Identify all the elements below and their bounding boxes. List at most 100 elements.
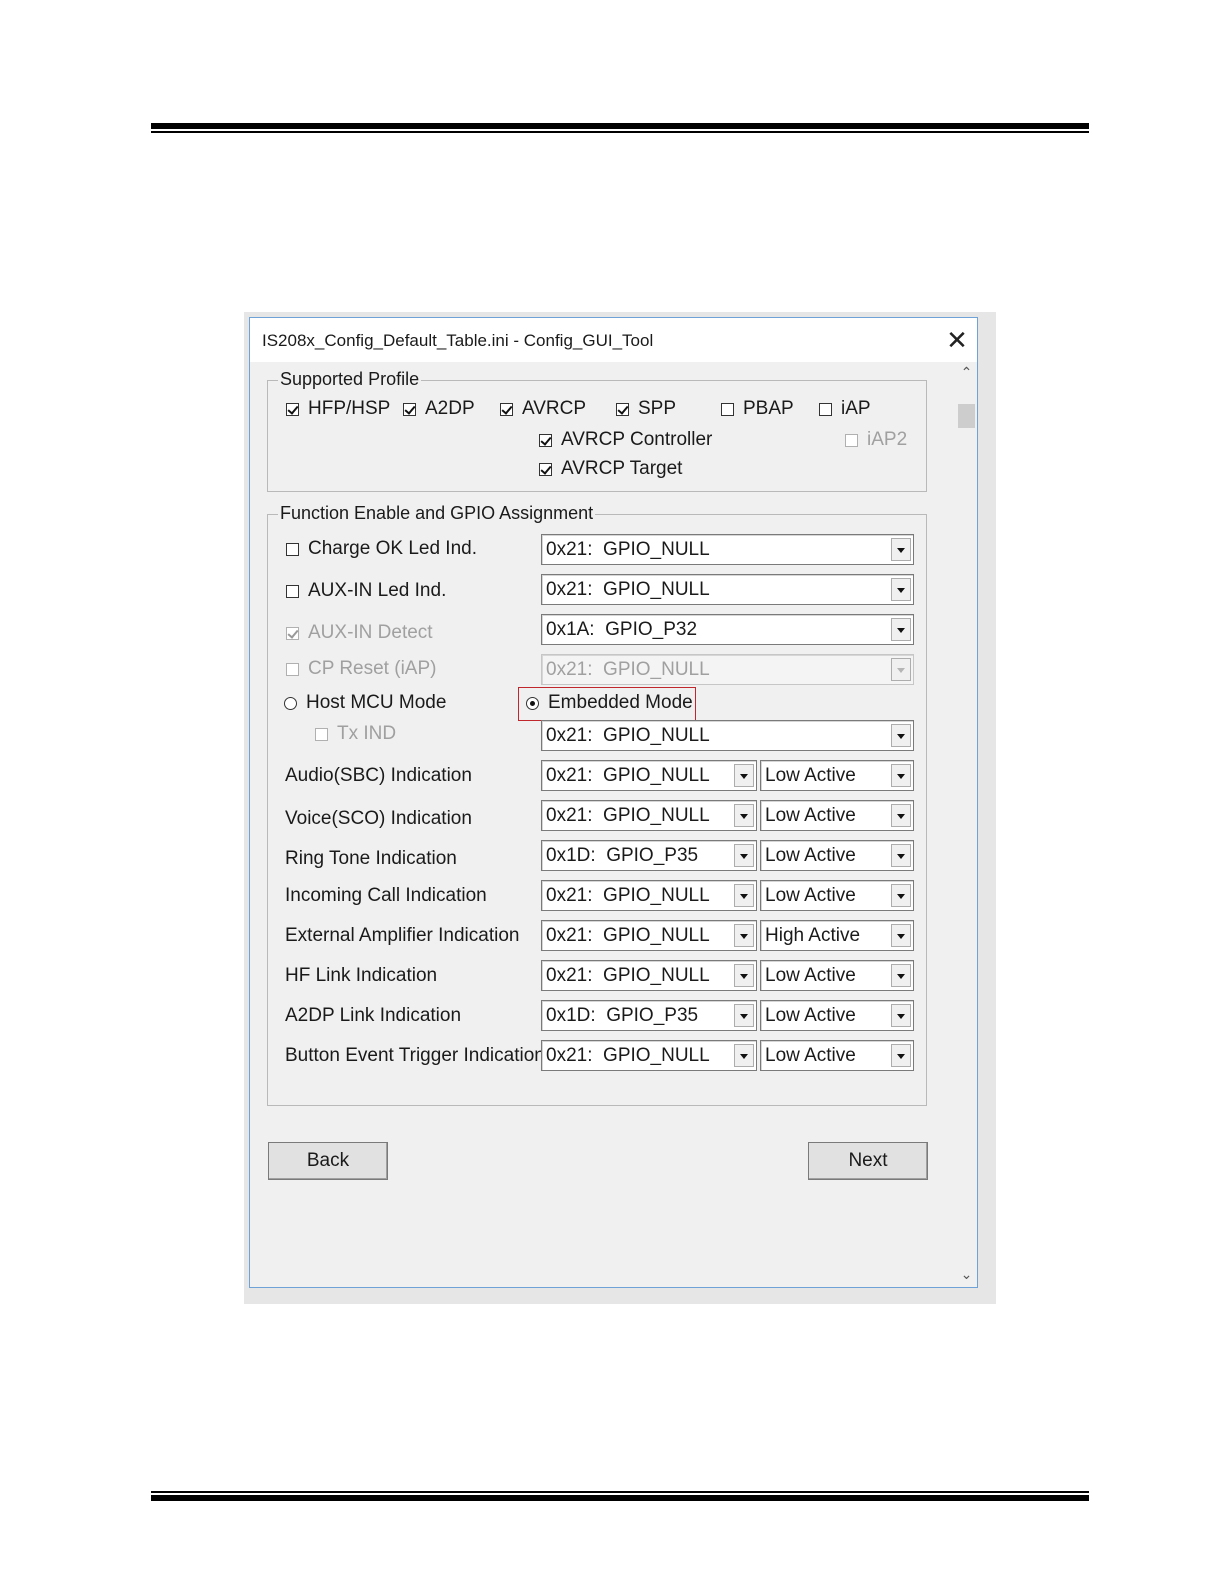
checkbox-cp-reset: CP Reset (iAP) <box>286 658 436 680</box>
tx-ind-gpio-select[interactable]: 0x21: GPIO_NULL <box>541 720 914 751</box>
select-value: 0x21: GPIO_NULL <box>546 539 710 560</box>
charge-ok-gpio-select[interactable]: 0x21: GPIO_NULL <box>541 534 914 565</box>
checkbox-label: iAP2 <box>867 429 908 450</box>
checkbox-iap2: iAP2 <box>845 429 907 451</box>
dropdown-arrow-icon[interactable] <box>891 924 911 947</box>
button-event-level-select[interactable]: Low Active <box>760 1040 914 1071</box>
dropdown-arrow-icon[interactable] <box>734 924 754 947</box>
a2dp-link-level-select[interactable]: Low Active <box>760 1000 914 1031</box>
config-gui-window: IS208x_Config_Default_Table.ini - Config… <box>249 317 978 1288</box>
dropdown-arrow-icon[interactable] <box>891 618 911 641</box>
external-amplifier-level-select[interactable]: High Active <box>760 920 914 951</box>
dropdown-arrow-icon[interactable] <box>891 804 911 827</box>
dropdown-arrow-icon[interactable] <box>891 844 911 867</box>
checkbox-avrcp-controller[interactable]: AVRCP Controller <box>539 429 712 451</box>
external-amplifier-gpio-select[interactable]: 0x21: GPIO_NULL <box>541 920 757 951</box>
select-value: 0x1A: GPIO_P32 <box>546 619 698 640</box>
checkbox-label: A2DP <box>425 398 475 419</box>
checkbox-box <box>819 402 832 416</box>
dropdown-arrow-icon[interactable] <box>734 804 754 827</box>
dropdown-arrow-icon[interactable] <box>891 578 911 601</box>
checkbox-pbap[interactable]: PBAP <box>721 398 794 420</box>
select-value: 0x1D: GPIO_P35 <box>546 845 699 866</box>
checkbox-box <box>845 433 858 447</box>
audio-sbc-level-select[interactable]: Low Active <box>760 760 914 791</box>
hf-link-indication-label: HF Link Indication <box>285 965 438 986</box>
dropdown-arrow-icon[interactable] <box>891 724 911 747</box>
ring-tone-level-select[interactable]: Low Active <box>760 840 914 871</box>
cp-reset-gpio-select: 0x21: GPIO_NULL <box>541 654 914 685</box>
audio-sbc-indication-label: Audio(SBC) Indication <box>285 765 472 786</box>
dropdown-arrow-icon[interactable] <box>891 1004 911 1027</box>
header-rule-thick <box>151 123 1089 129</box>
select-value: Low Active <box>765 845 856 866</box>
checkbox-charge-ok-led[interactable]: Charge OK Led Ind. <box>286 538 477 560</box>
checkbox-avrcp[interactable]: AVRCP <box>500 398 586 420</box>
close-icon[interactable]: ✕ <box>942 324 972 356</box>
checkbox-avrcp-target[interactable]: AVRCP Target <box>539 458 682 480</box>
checkbox-label: AVRCP Controller <box>561 429 713 450</box>
select-value: 0x21: GPIO_NULL <box>546 765 710 786</box>
checkbox-spp[interactable]: SPP <box>616 398 676 420</box>
checkbox-box <box>539 462 552 476</box>
voice-sco-indication-label: Voice(SCO) Indication <box>285 808 472 829</box>
checkbox-box <box>286 662 299 676</box>
checkbox-box <box>721 402 734 416</box>
dropdown-arrow-icon[interactable] <box>734 764 754 787</box>
checkbox-label: Tx IND <box>337 723 397 744</box>
dropdown-arrow-icon[interactable] <box>891 1044 911 1067</box>
dropdown-arrow-icon[interactable] <box>891 964 911 987</box>
select-value: 0x21: GPIO_NULL <box>546 659 710 680</box>
checkbox-a2dp[interactable]: A2DP <box>403 398 475 420</box>
scroll-thumb[interactable] <box>958 404 975 428</box>
incoming-call-level-select[interactable]: Low Active <box>760 880 914 911</box>
checkbox-box <box>403 402 416 416</box>
select-value: 0x21: GPIO_NULL <box>546 725 710 746</box>
checkbox-label: PBAP <box>743 398 794 419</box>
checkbox-label: AVRCP Target <box>561 458 683 479</box>
checkbox-label: SPP <box>638 398 677 419</box>
scroll-down-icon[interactable]: ⌄ <box>956 1266 977 1286</box>
dropdown-arrow-icon[interactable] <box>891 884 911 907</box>
radio-label: Embedded Mode <box>548 692 693 713</box>
vertical-scrollbar[interactable]: ⌃ ⌄ <box>956 362 977 1287</box>
voice-sco-level-select[interactable]: Low Active <box>760 800 914 831</box>
dropdown-arrow-icon[interactable] <box>734 1004 754 1027</box>
dropdown-arrow-icon[interactable] <box>734 844 754 867</box>
back-button[interactable]: Back <box>268 1142 388 1180</box>
button-event-gpio-select[interactable]: 0x21: GPIO_NULL <box>541 1040 757 1071</box>
incoming-call-gpio-select[interactable]: 0x21: GPIO_NULL <box>541 880 757 911</box>
select-value: Low Active <box>765 1045 856 1066</box>
aux-in-led-gpio-select[interactable]: 0x21: GPIO_NULL <box>541 574 914 605</box>
dropdown-arrow-icon[interactable] <box>734 884 754 907</box>
checkbox-hfp-hsp[interactable]: HFP/HSP <box>286 398 390 420</box>
scroll-up-icon[interactable]: ⌃ <box>956 364 977 384</box>
checkbox-label: AUX-IN Detect <box>308 622 433 643</box>
checkbox-box <box>286 626 299 640</box>
hf-link-gpio-select[interactable]: 0x21: GPIO_NULL <box>541 960 757 991</box>
hf-link-level-select[interactable]: Low Active <box>760 960 914 991</box>
function-enable-title: Function Enable and GPIO Assignment <box>278 503 596 524</box>
radio-embedded-mode[interactable]: Embedded Mode <box>526 692 693 714</box>
select-value: Low Active <box>765 885 856 906</box>
dropdown-arrow-icon <box>891 658 911 681</box>
a2dp-link-gpio-select[interactable]: 0x1D: GPIO_P35 <box>541 1000 757 1031</box>
ring-tone-gpio-select[interactable]: 0x1D: GPIO_P35 <box>541 840 757 871</box>
checkbox-aux-in-detect: AUX-IN Detect <box>286 622 433 644</box>
checkbox-box <box>286 584 299 598</box>
dropdown-arrow-icon[interactable] <box>734 964 754 987</box>
checkbox-iap[interactable]: iAP <box>819 398 871 420</box>
select-value: 0x21: GPIO_NULL <box>546 805 710 826</box>
next-button[interactable]: Next <box>808 1142 928 1180</box>
audio-sbc-gpio-select[interactable]: 0x21: GPIO_NULL <box>541 760 757 791</box>
external-amplifier-indication-label: External Amplifier Indication <box>285 925 520 946</box>
checkbox-aux-in-led[interactable]: AUX-IN Led Ind. <box>286 580 446 602</box>
checkbox-label: HFP/HSP <box>308 398 391 419</box>
radio-host-mcu-mode[interactable]: Host MCU Mode <box>284 692 446 714</box>
aux-in-detect-gpio-select[interactable]: 0x1A: GPIO_P32 <box>541 614 914 645</box>
dropdown-arrow-icon[interactable] <box>734 1044 754 1067</box>
radio-dot <box>284 696 297 710</box>
voice-sco-gpio-select[interactable]: 0x21: GPIO_NULL <box>541 800 757 831</box>
dropdown-arrow-icon[interactable] <box>891 764 911 787</box>
dropdown-arrow-icon[interactable] <box>891 538 911 561</box>
